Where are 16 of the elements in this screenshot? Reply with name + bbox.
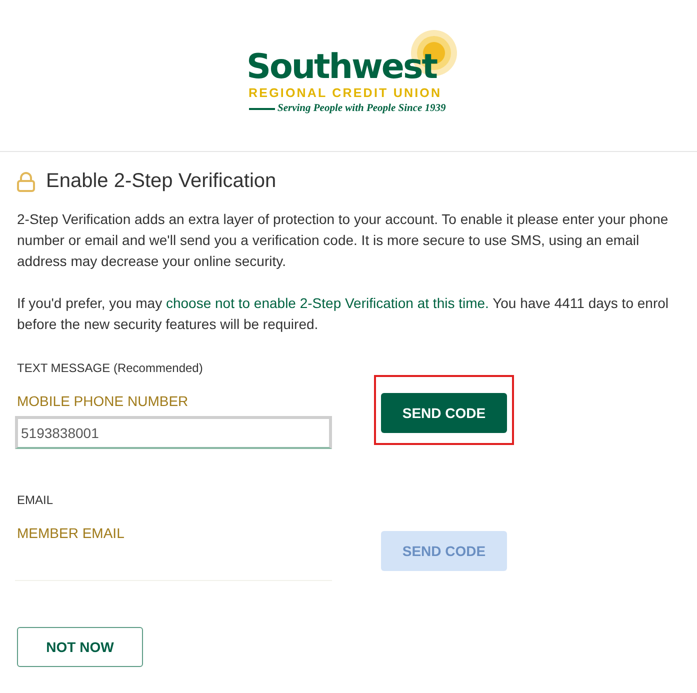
phone-field[interactable]: 5193838001 (15, 416, 332, 449)
logo-subtitle: REGIONAL CREDIT UNION (248, 86, 442, 100)
section-label: EMAIL (17, 493, 54, 507)
logo-tagline: Serving People with People Since 1939 (278, 103, 446, 114)
field-label: MEMBER EMAIL (17, 525, 126, 541)
lock-icon (17, 172, 35, 192)
field-label: MOBILE PHONE NUMBER (17, 393, 190, 409)
send-code-button[interactable]: SEND CODE (381, 393, 507, 433)
optout-text: If you'd prefer, you may choose not to enable 2-Step Verification at this time. You have 4411 days to enrol before the new security features will be required. (17, 294, 670, 334)
section-label: TEXT MESSAGE (Recommended) (17, 361, 204, 375)
opt-out-link[interactable]: choose not to enable 2-Step Verification at this time. (166, 295, 489, 311)
intro-text: 2-Step Verification adds an extra layer of protection to your account. To enable it please enter your phone number or email and we'll send you a verification code. It is more secure to use SMS, using an email address may decrease your online security. (17, 210, 670, 271)
logo-name: Southwest (246, 48, 436, 86)
logo-rule (248, 108, 274, 110)
page-heading: Enable 2-Step Verification (46, 170, 276, 193)
not-now-button[interactable]: NOT NOW (17, 627, 143, 667)
